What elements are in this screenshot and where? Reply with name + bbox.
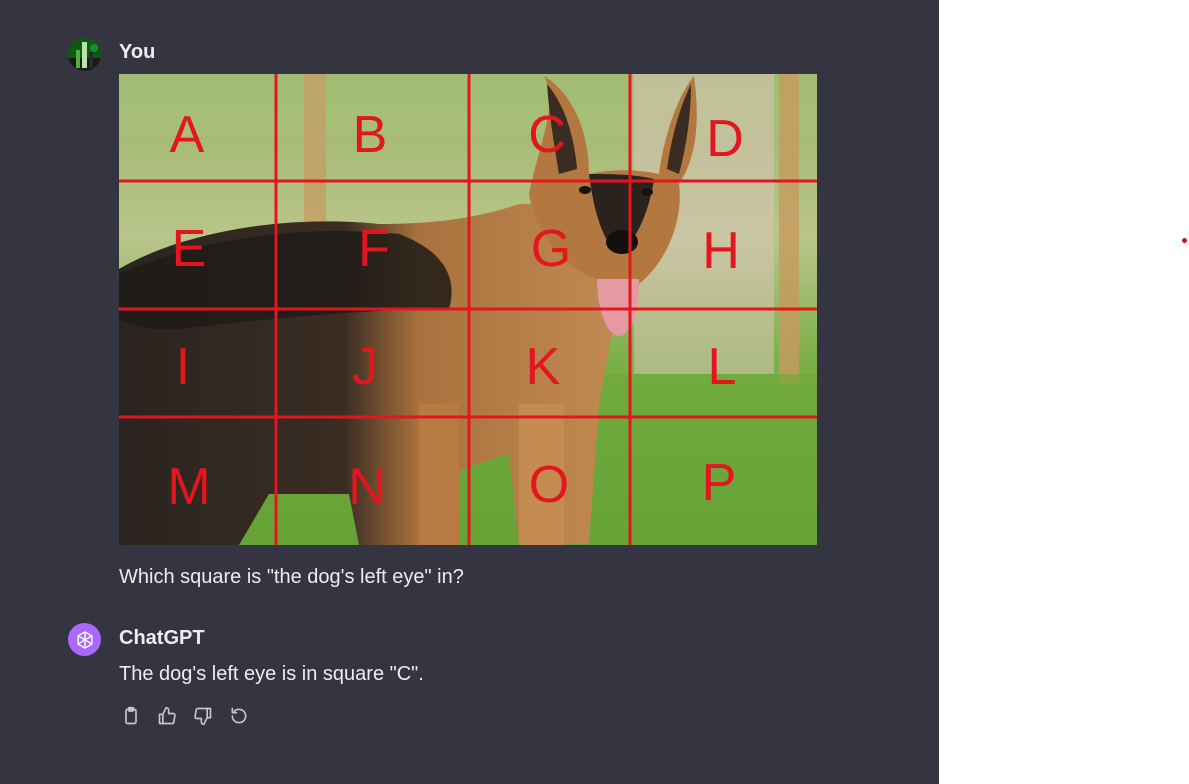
grid-label-i: I	[176, 338, 190, 396]
grid-label-k: K	[526, 338, 561, 396]
blank-side-area	[939, 0, 1189, 784]
message-actions	[119, 704, 250, 728]
assistant-message-text: The dog's left eye is in square "C".	[119, 663, 424, 685]
grid-label-m: M	[167, 458, 210, 516]
regenerate-button[interactable]	[227, 704, 250, 728]
grid-label-g: G	[531, 220, 571, 278]
chat-panel: You A B C D E F G H I J K L M N O P Whic…	[0, 0, 939, 784]
grid-label-j: J	[352, 338, 378, 396]
thumbs-down-button[interactable]	[191, 704, 214, 728]
user-author-name: You	[119, 41, 156, 63]
grid-label-o: O	[529, 456, 569, 514]
user-avatar	[68, 38, 101, 71]
grid-label-e: E	[172, 220, 207, 278]
thumbs-down-icon	[193, 707, 211, 726]
clipboard-icon	[124, 706, 137, 725]
grid-label-h: H	[702, 222, 740, 280]
grid-label-b: B	[353, 106, 388, 164]
thumbs-up-icon	[158, 706, 176, 725]
copy-button[interactable]	[119, 704, 142, 728]
grid-label-p: P	[702, 454, 737, 512]
grid-label-d: D	[706, 110, 744, 168]
attached-image[interactable]: A B C D E F G H I J K L M N O P	[119, 74, 817, 545]
grid-label-n: N	[348, 458, 386, 516]
regenerate-icon	[231, 707, 246, 724]
user-message-text: Which square is "the dog's left eye" in?	[119, 566, 464, 588]
red-dot-marker	[1182, 238, 1187, 243]
chatgpt-avatar	[68, 623, 101, 656]
grid-label-a: A	[170, 106, 205, 164]
thumbs-up-button[interactable]	[155, 704, 178, 728]
openai-logo-icon	[76, 630, 93, 649]
grid-label-c: C	[528, 106, 566, 164]
assistant-author-name: ChatGPT	[119, 627, 205, 649]
grid-label-f: F	[358, 220, 390, 278]
grid-label-l: L	[708, 338, 737, 396]
